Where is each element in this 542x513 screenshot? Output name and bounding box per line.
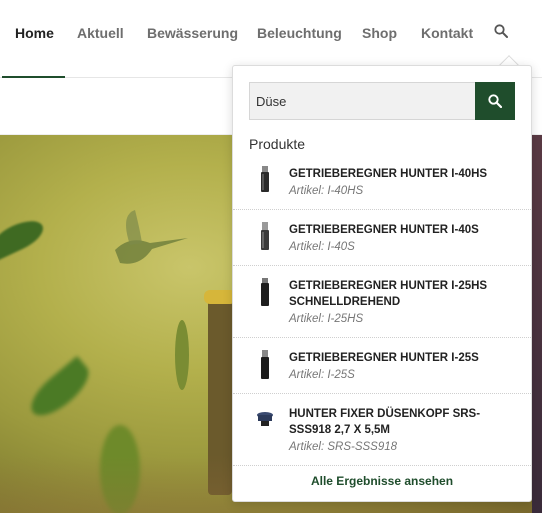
result-sku: Artikel: I-40S (289, 241, 355, 253)
plant-stem (175, 320, 189, 390)
result-name: GETRIEBEREGNER HUNTER I-40S (289, 224, 479, 236)
search-input[interactable] (249, 82, 475, 120)
search-result-item[interactable]: HUNTER FIXER DÜSENKOPF SRS-SSS918 2,7 X … (233, 394, 531, 466)
sprinkler-thumbnail-icon (261, 278, 269, 306)
nozzle-thumbnail-icon (257, 412, 273, 426)
result-name: HUNTER FIXER DÜSENKOPF SRS-SSS918 2,7 X … (289, 408, 481, 436)
nav-item-kontakt[interactable]: Kontakt (421, 25, 473, 41)
nav-item-beleuchtung[interactable]: Beleuchtung (257, 25, 342, 41)
nav-item-aktuell[interactable]: Aktuell (77, 25, 124, 41)
search-result-item[interactable]: GETRIEBEREGNER HUNTER I-25S Artikel: I-2… (233, 338, 531, 394)
result-sku: Artikel: SRS-SSS918 (289, 441, 398, 453)
hummingbird-image (115, 210, 188, 264)
active-nav-indicator (2, 76, 65, 78)
result-sku: Artikel: I-25HS (289, 313, 364, 325)
view-all-results-link[interactable]: Alle Ergebnisse ansehen (233, 474, 531, 488)
result-name: GETRIEBEREGNER HUNTER I-40HS (289, 168, 488, 180)
nav-item-shop[interactable]: Shop (362, 25, 397, 41)
result-name: GETRIEBEREGNER HUNTER I-25HS SCHNELLDREH… (289, 280, 488, 308)
result-sku: Artikel: I-25S (289, 369, 355, 381)
leaf-shape (23, 356, 97, 424)
sprinkler-thumbnail-icon (261, 222, 269, 250)
search-submit-button[interactable] (475, 82, 515, 120)
leaf-shape (0, 214, 48, 261)
hero-right-edge (532, 135, 542, 513)
search-dropdown: Produkte GETRIEBEREGNER HUNTER I-40HS Ar… (232, 65, 532, 502)
sprinkler-thumbnail-icon (261, 166, 269, 192)
result-name: GETRIEBEREGNER HUNTER I-25S (289, 352, 479, 364)
sprinkler-thumbnail-icon (261, 350, 269, 379)
search-icon (488, 94, 502, 108)
nav-item-home[interactable]: Home (15, 25, 54, 41)
results-section-title: Produkte (249, 136, 306, 152)
search-icon[interactable] (494, 24, 510, 40)
search-result-item[interactable]: GETRIEBEREGNER HUNTER I-40HS Artikel: I-… (233, 154, 531, 210)
search-result-item[interactable]: GETRIEBEREGNER HUNTER I-25HS SCHNELLDREH… (233, 266, 531, 338)
search-result-item[interactable]: GETRIEBEREGNER HUNTER I-40S Artikel: I-4… (233, 210, 531, 266)
result-sku: Artikel: I-40HS (289, 185, 364, 197)
nav-item-bewaesserung[interactable]: Bewässerung (147, 25, 238, 41)
